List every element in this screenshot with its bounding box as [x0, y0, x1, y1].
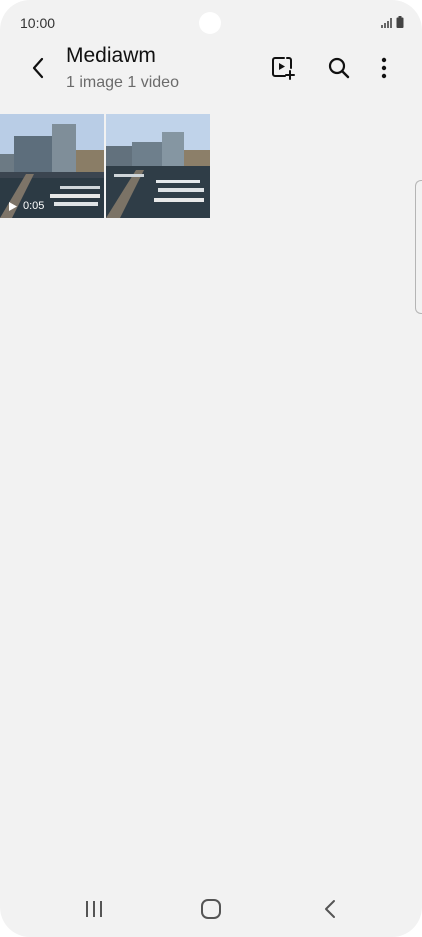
recent-apps-button[interactable] — [74, 891, 114, 927]
home-icon — [201, 899, 221, 919]
more-options-icon — [381, 57, 387, 79]
camera-cutout — [199, 12, 221, 34]
edge-panel-handle[interactable] — [415, 180, 422, 314]
status-icons — [381, 16, 404, 28]
search-icon — [328, 57, 350, 79]
video-overlay: 0:05 — [8, 200, 44, 212]
harbor-photo — [106, 114, 210, 218]
battery-icon — [396, 16, 404, 28]
navigation-bar — [0, 881, 422, 937]
nav-back-button[interactable] — [310, 891, 350, 927]
recent-apps-icon — [86, 901, 102, 917]
signal-icon — [381, 18, 392, 28]
home-button[interactable] — [191, 891, 231, 927]
media-grid: 0:05 — [0, 114, 210, 218]
video-duration: 0:05 — [23, 200, 45, 212]
status-time: 10:00 — [20, 15, 56, 31]
back-button[interactable] — [22, 52, 54, 84]
phone-screen: 10:00 Mediawm 1 image 1 video 0:05 — [0, 0, 422, 937]
play-icon — [9, 201, 17, 211]
album-subtitle: 1 image 1 video — [66, 74, 179, 91]
chevron-left-icon — [32, 57, 44, 79]
create-button[interactable] — [267, 52, 299, 84]
more-options-button[interactable] — [368, 52, 400, 84]
app-bar: Mediawm 1 image 1 video — [0, 40, 422, 100]
image-thumbnail[interactable] — [106, 114, 210, 218]
video-thumbnail[interactable]: 0:05 — [0, 114, 104, 218]
create-icon — [272, 57, 295, 80]
search-button[interactable] — [323, 52, 355, 84]
album-title: Mediawm — [66, 44, 156, 67]
back-icon — [325, 900, 335, 918]
status-bar: 10:00 — [0, 0, 422, 44]
